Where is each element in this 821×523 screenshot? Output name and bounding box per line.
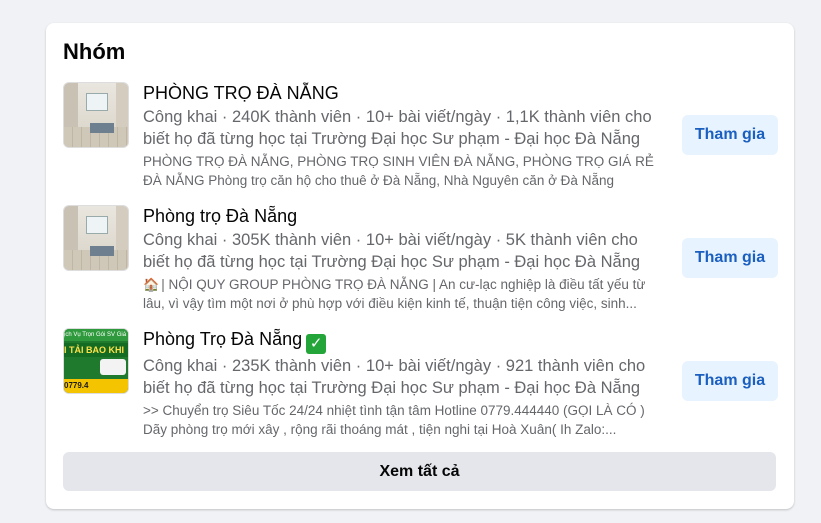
thumbnail-ad-text-middle: I TẢI BAO KHI [64,343,128,357]
join-button[interactable]: Tham gia [682,115,778,155]
thumbnail-ad-text-bottom: 0779.4 [64,379,128,393]
group-description: >> Chuyển trọ Siêu Tốc 24/24 nhiệt tình … [143,403,645,437]
groups-card: Nhóm PHÒNG TRỌ ĐÀ NẴNG Công khai · 240K … [46,23,794,509]
group-name-link[interactable]: PHÒNG TRỌ ĐÀ NẴNG [143,81,668,105]
section-title: Nhóm [63,39,126,64]
group-result-item[interactable]: ịch Vụ Trọn Gói SV Giá R I TẢI BAO KHI 0… [63,327,778,437]
house-icon: 🏠 [143,277,160,292]
thumbnail-ad-text-top: ịch Vụ Trọn Gói SV Giá R [64,329,128,341]
truck-icon [100,359,126,375]
group-result-item[interactable]: Phòng trọ Đà Nẵng Công khai · 305K thành… [63,204,778,314]
see-all-button[interactable]: Xem tất cả [63,452,776,491]
group-thumbnail[interactable] [63,205,129,271]
group-meta: Công khai · 235K thành viên · 10+ bài vi… [143,357,646,397]
group-description: 🏠 | NỘI QUY GROUP PHÒNG TRỌ ĐÀ NẴNG | An … [143,275,668,313]
group-meta: Công khai · 305K thành viên · 10+ bài vi… [143,231,641,271]
group-thumbnail[interactable]: ịch Vụ Trọn Gói SV Giá R I TẢI BAO KHI 0… [63,328,129,394]
group-description: PHÒNG TRỌ ĐÀ NẴNG, PHÒNG TRỌ SINH VIÊN Đ… [143,154,654,188]
group-description-text: | NỘI QUY GROUP PHÒNG TRỌ ĐÀ NẴNG | An c… [143,277,646,311]
join-button[interactable]: Tham gia [682,361,778,401]
group-result-item[interactable]: PHÒNG TRỌ ĐÀ NẴNG Công khai · 240K thành… [63,81,778,191]
group-name-link[interactable]: Phòng Trọ Đà Nẵng ✓ [143,327,668,354]
group-name-link[interactable]: Phòng trọ Đà Nẵng [143,204,668,228]
group-info: Phòng trọ Đà Nẵng Công khai · 305K thành… [143,204,668,313]
join-button[interactable]: Tham gia [682,238,778,278]
group-info: PHÒNG TRỌ ĐÀ NẴNG Công khai · 240K thành… [143,81,668,190]
group-meta: Công khai · 240K thành viên · 10+ bài vi… [143,108,652,148]
group-name-text: Phòng Trọ Đà Nẵng [143,329,303,349]
group-thumbnail[interactable] [63,82,129,148]
check-mark-icon: ✓ [306,334,327,354]
group-info: Phòng Trọ Đà Nẵng ✓ Công khai · 235K thàn… [143,327,668,439]
